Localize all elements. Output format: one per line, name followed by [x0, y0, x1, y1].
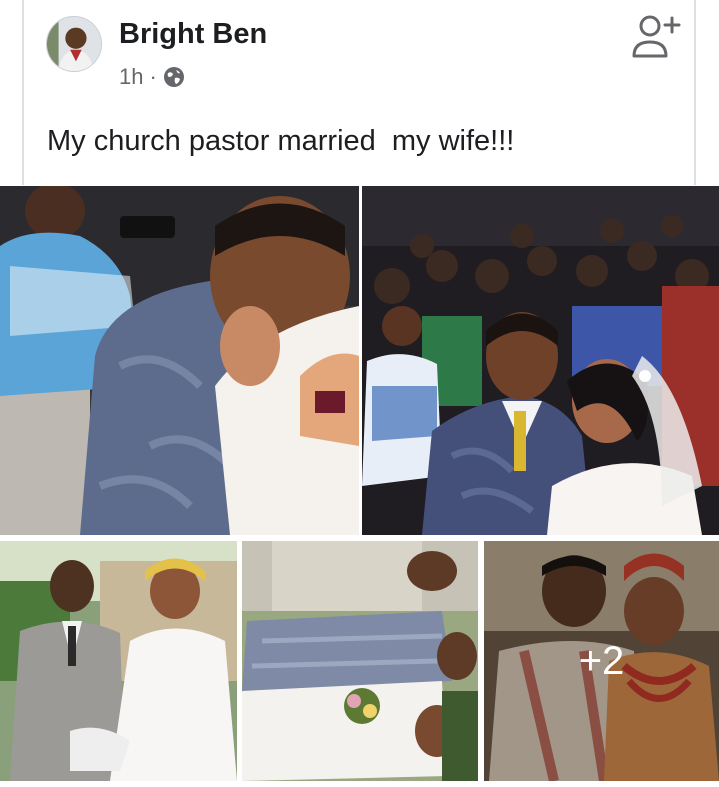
post-photo-2[interactable] — [362, 186, 719, 535]
photo-image — [362, 186, 719, 535]
add-friend-button[interactable] — [626, 12, 682, 62]
post-photo-5-more[interactable]: +2 — [484, 541, 719, 781]
meta-separator: · — [149, 64, 157, 89]
add-friend-icon — [632, 15, 681, 58]
post-photo-3[interactable] — [0, 541, 237, 781]
more-photos-count: +2 — [578, 638, 625, 683]
post-photo-1[interactable] — [0, 186, 359, 535]
card-border-left — [22, 0, 24, 185]
post-card: Bright Ben 1h · My church pastor married… — [0, 0, 719, 787]
post-meta: 1h · — [119, 63, 185, 91]
author-avatar[interactable] — [46, 16, 102, 72]
globe-icon — [163, 66, 185, 88]
author-name[interactable]: Bright Ben — [119, 18, 267, 51]
avatar-image — [47, 17, 101, 71]
photo-image — [0, 186, 359, 535]
post-photo-4[interactable] — [242, 541, 478, 781]
more-photos-overlay[interactable]: +2 — [484, 541, 719, 781]
photo-image — [242, 541, 478, 781]
photo-image — [0, 541, 237, 781]
post-time[interactable]: 1h — [119, 64, 143, 90]
card-border-right — [694, 0, 696, 185]
post-text: My church pastor married my wife!!! — [47, 125, 515, 157]
